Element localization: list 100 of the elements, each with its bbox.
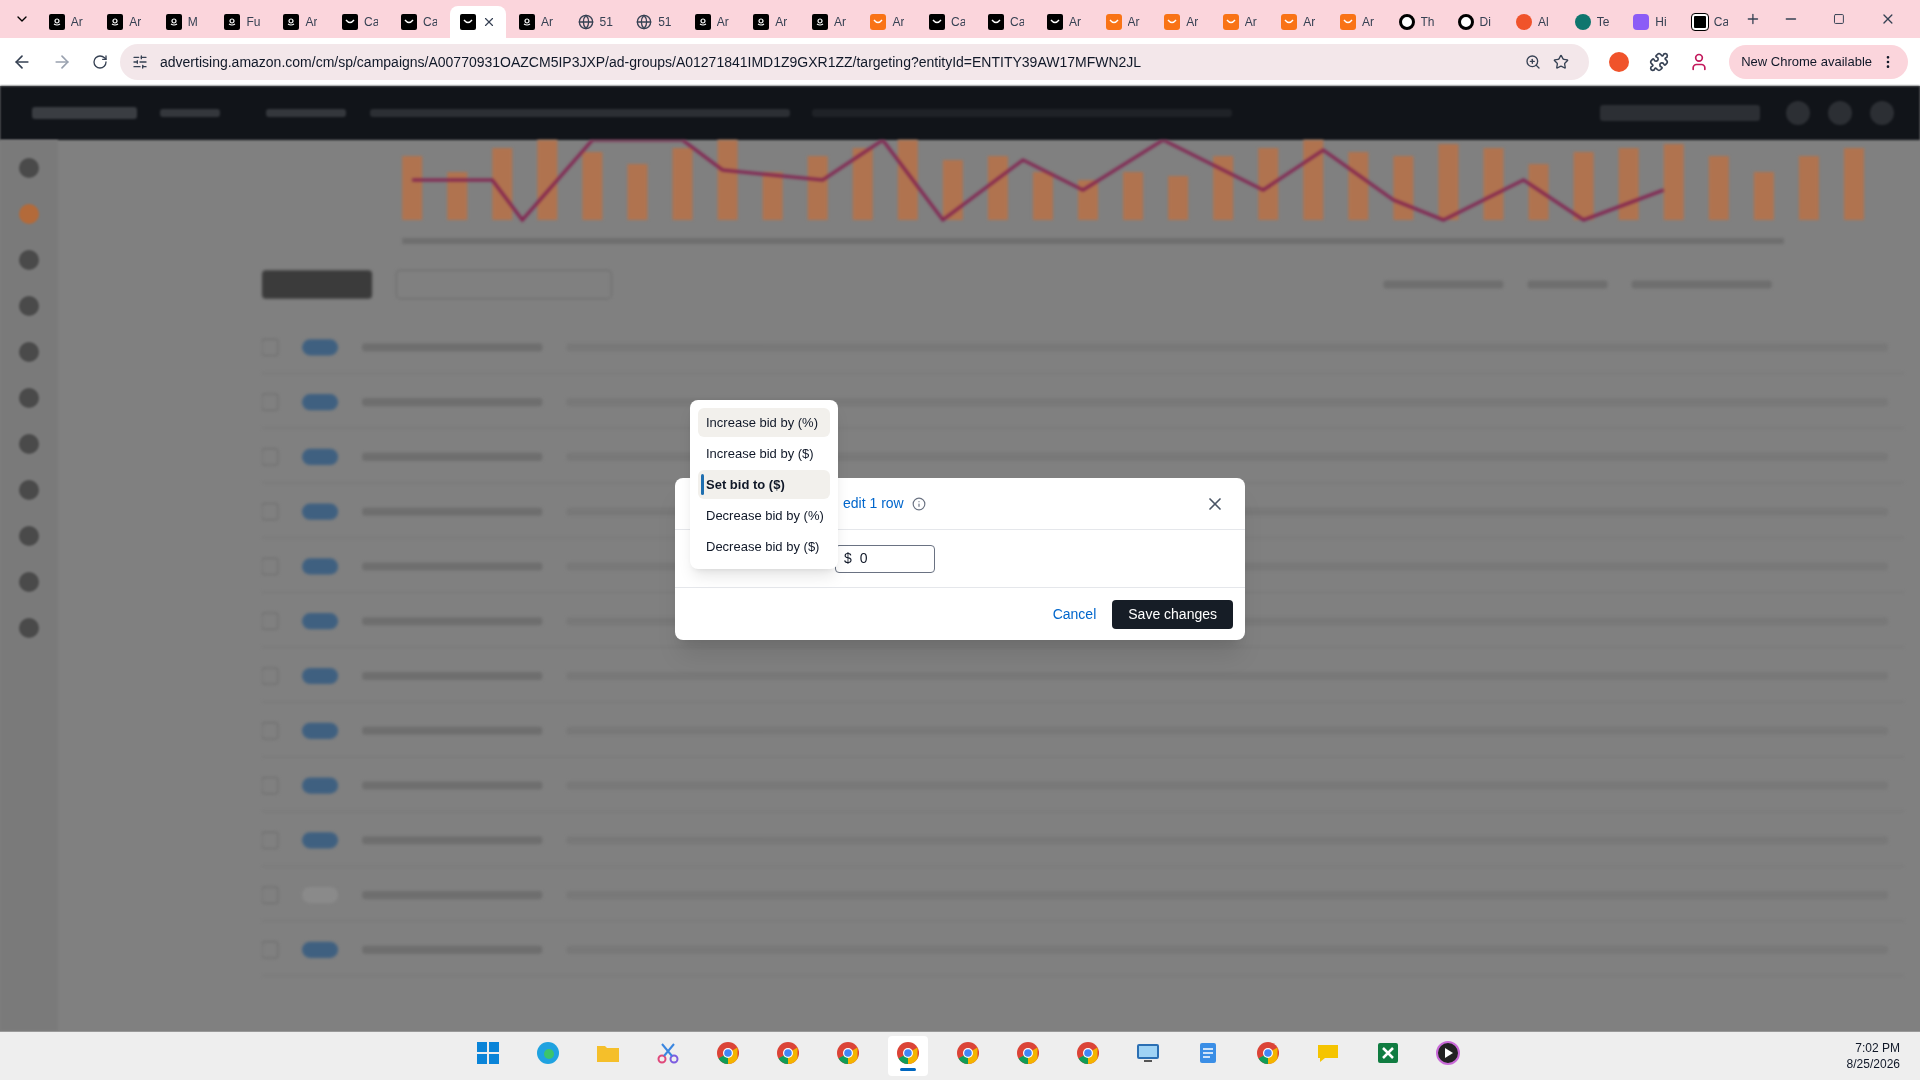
cancel-button[interactable]: Cancel <box>1052 603 1097 625</box>
dialog-title: edit 1 row <box>843 494 904 513</box>
reload-icon[interactable] <box>92 54 108 70</box>
chart-bar <box>582 152 603 220</box>
browser-tab[interactable]: Te <box>1564 6 1621 38</box>
browser-tab[interactable]: Ar <box>684 6 741 38</box>
tab-title: 51 <box>658 14 672 31</box>
tab-title: Ar <box>833 14 846 31</box>
browser-tab[interactable] <box>450 6 506 38</box>
tab-title: Ar <box>892 14 905 31</box>
chart-bar <box>402 156 423 220</box>
menu-item[interactable]: Decrease bid by ($) <box>698 532 830 561</box>
close-tab-icon[interactable] <box>482 15 496 29</box>
chrome-browser-icon[interactable] <box>956 1041 981 1065</box>
browser-tab[interactable]: Ar <box>273 6 329 38</box>
extension-icon[interactable] <box>1609 52 1630 72</box>
menu-item[interactable]: Decrease bid by (%) <box>698 501 830 530</box>
globe-tab-icon <box>636 14 653 30</box>
chart-bar <box>1213 156 1234 220</box>
circle-tab-icon <box>1457 14 1474 30</box>
chrome-browser-icon[interactable] <box>1256 1041 1281 1065</box>
clock-date: 8/25/2026 <box>1846 1056 1900 1072</box>
zoom-icon[interactable] <box>1525 54 1542 70</box>
chart-bar <box>1258 148 1279 220</box>
tab-title: Th <box>1420 14 1435 31</box>
browser-tab[interactable]: Ar <box>1095 6 1152 38</box>
extensions-icon[interactable] <box>1649 52 1670 72</box>
chrome-browser-icon[interactable] <box>896 1041 921 1065</box>
edge-browser-icon[interactable] <box>536 1041 561 1065</box>
menu-item[interactable]: Increase bid by ($) <box>698 439 830 468</box>
chart-bar <box>1798 156 1819 220</box>
url-text: advertising.amazon.com/cm/sp/campaigns/A00770931OAZCM5IP3JXP/ad-groups/A01271841IMD1Z9GXR1ZZ/targeting?entityId=ENTITY39AW17MFWN2JL <box>160 52 1143 72</box>
square-logo-tab-icon <box>1633 14 1650 30</box>
chart-bar <box>627 164 648 220</box>
browser-tab[interactable]: Ar <box>743 6 799 38</box>
info-icon[interactable] <box>911 496 926 511</box>
chart-bar <box>1753 172 1774 220</box>
chrome-browser-icon[interactable] <box>1076 1041 1101 1065</box>
chrome-browser-icon[interactable] <box>836 1041 861 1065</box>
chart-bar <box>1348 152 1369 220</box>
browser-tab[interactable]: 51 <box>567 6 624 38</box>
smile-tab-icon <box>1047 14 1064 30</box>
chart-bar <box>672 148 693 220</box>
browser-tab[interactable]: Di <box>1447 6 1504 38</box>
browser-tab[interactable]: Ar <box>1037 6 1093 38</box>
tab-title: Ar <box>70 14 83 31</box>
chart-bar <box>1483 148 1504 220</box>
address-bar[interactable]: advertising.amazon.com/cm/sp/campaigns/A00770931OAZCM5IP3JXP/ad-groups/A01271841IMD1Z9GXR1ZZ/targeting?entityId=ENTITY39AW17MFWN2JL <box>120 44 1590 80</box>
chrome-browser-icon[interactable] <box>716 1041 741 1065</box>
chart-bar <box>1573 152 1594 220</box>
browser-tab[interactable]: Ar <box>860 6 917 38</box>
browser-tab[interactable]: 51 <box>626 6 682 38</box>
site-settings-icon[interactable] <box>132 54 148 70</box>
browser-tab[interactable]: Ar <box>1329 6 1386 38</box>
browser-tab[interactable]: Th <box>1388 6 1445 38</box>
monitor-icon[interactable] <box>1136 1041 1161 1065</box>
tab-title: Ar <box>1361 14 1374 31</box>
tab-title: Ar <box>1127 14 1140 31</box>
chrome-browser-icon[interactable] <box>1016 1041 1041 1065</box>
chart-bar <box>1032 172 1053 220</box>
browser-tab[interactable]: Fu <box>214 6 271 38</box>
globe-tab-icon <box>577 14 594 30</box>
bookmark-star-icon[interactable] <box>1553 54 1570 70</box>
tab-title: M <box>187 14 198 31</box>
tab-title: Ar <box>1186 14 1199 31</box>
windows-start-icon[interactable] <box>476 1041 501 1065</box>
round-logo-tab-icon <box>1574 14 1591 30</box>
chart-bar <box>1078 180 1098 220</box>
tab-title: Di <box>1479 14 1491 31</box>
browser-tab[interactable]: Ar <box>509 6 565 38</box>
smile-tab-icon <box>929 14 946 30</box>
browser-tab[interactable]: M <box>155 6 212 38</box>
browser-tab[interactable]: Ar <box>97 6 153 38</box>
tab-title: Hi <box>1655 14 1667 31</box>
tab-title: Ar <box>775 14 788 31</box>
clock-time: 7:02 PM <box>1855 1040 1900 1056</box>
save-changes-button[interactable]: Save changes <box>1112 599 1233 629</box>
browser-tab[interactable]: Al <box>1506 6 1562 38</box>
spreadsheet-icon[interactable] <box>1376 1041 1401 1065</box>
smile-tab-icon <box>401 14 417 30</box>
browser-tab[interactable]: Ar <box>801 6 858 38</box>
chart-bar <box>852 148 873 220</box>
maximize-icon[interactable] <box>1833 13 1846 25</box>
play-icon[interactable] <box>1436 1041 1461 1065</box>
tab-title: Te <box>1596 14 1610 31</box>
smile-logo-tab-icon <box>1164 14 1181 30</box>
chart-bar <box>1618 148 1639 220</box>
update-button[interactable]: New Chrome available <box>1729 45 1908 79</box>
menu-item[interactable]: Increase bid by (%) <box>698 408 830 437</box>
chrome-browser-icon[interactable] <box>776 1041 801 1065</box>
chart-bar <box>447 172 468 220</box>
chart-bar <box>1393 156 1414 220</box>
browser-tab[interactable]: Ar <box>1212 6 1269 38</box>
browser-tab[interactable]: Hi <box>1623 6 1679 38</box>
browser-tab[interactable]: Ar <box>1271 6 1327 38</box>
scissors-icon[interactable] <box>656 1041 681 1065</box>
menu-item[interactable]: Set bid to ($) <box>698 470 830 499</box>
tab-title: Ar <box>1244 14 1257 31</box>
browser-tab[interactable]: Ar <box>38 6 95 38</box>
browser-tab[interactable]: Ar <box>1154 6 1210 38</box>
